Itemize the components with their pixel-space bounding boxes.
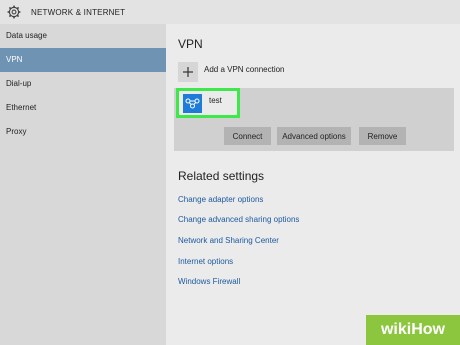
sidebar-item-vpn[interactable]: VPN	[0, 48, 166, 72]
settings-header: NETWORK & INTERNET	[0, 0, 460, 24]
connect-button[interactable]: Connect	[224, 127, 271, 145]
link-change-advanced-sharing-options[interactable]: Change advanced sharing options	[178, 215, 299, 224]
page-title: NETWORK & INTERNET	[31, 7, 126, 17]
remove-button[interactable]: Remove	[359, 127, 406, 145]
vpn-heading: VPN	[178, 37, 203, 51]
link-internet-options[interactable]: Internet options	[178, 257, 233, 266]
related-settings-heading: Related settings	[178, 169, 265, 183]
sidebar-item-dial-up[interactable]: Dial-up	[0, 72, 166, 96]
link-change-adapter-options[interactable]: Change adapter options	[178, 195, 263, 204]
vpn-connection-item[interactable]: test	[176, 88, 240, 118]
sidebar: Data usage VPN Dial-up Ethernet Proxy	[0, 24, 166, 345]
sidebar-item-proxy[interactable]: Proxy	[0, 120, 166, 144]
vpn-connection-name: test	[209, 95, 222, 105]
vpn-connection-icon	[183, 93, 202, 113]
vpn-connection-panel: test Connect Advanced options Remove	[174, 88, 454, 151]
gear-icon	[6, 4, 22, 20]
add-vpn-label: Add a VPN connection	[204, 64, 285, 74]
add-vpn-button[interactable]: Add a VPN connection	[178, 62, 285, 82]
wikihow-watermark: wikiHow	[366, 315, 460, 345]
plus-icon	[178, 62, 198, 82]
sidebar-item-data-usage[interactable]: Data usage	[0, 24, 166, 48]
advanced-options-button[interactable]: Advanced options	[277, 127, 351, 145]
link-windows-firewall[interactable]: Windows Firewall	[178, 277, 240, 286]
sidebar-item-ethernet[interactable]: Ethernet	[0, 96, 166, 120]
link-network-and-sharing-center[interactable]: Network and Sharing Center	[178, 236, 279, 245]
main-content: VPN Add a VPN connection test Connect Ad…	[166, 24, 460, 345]
watermark-text: wikiHow	[380, 321, 445, 338]
